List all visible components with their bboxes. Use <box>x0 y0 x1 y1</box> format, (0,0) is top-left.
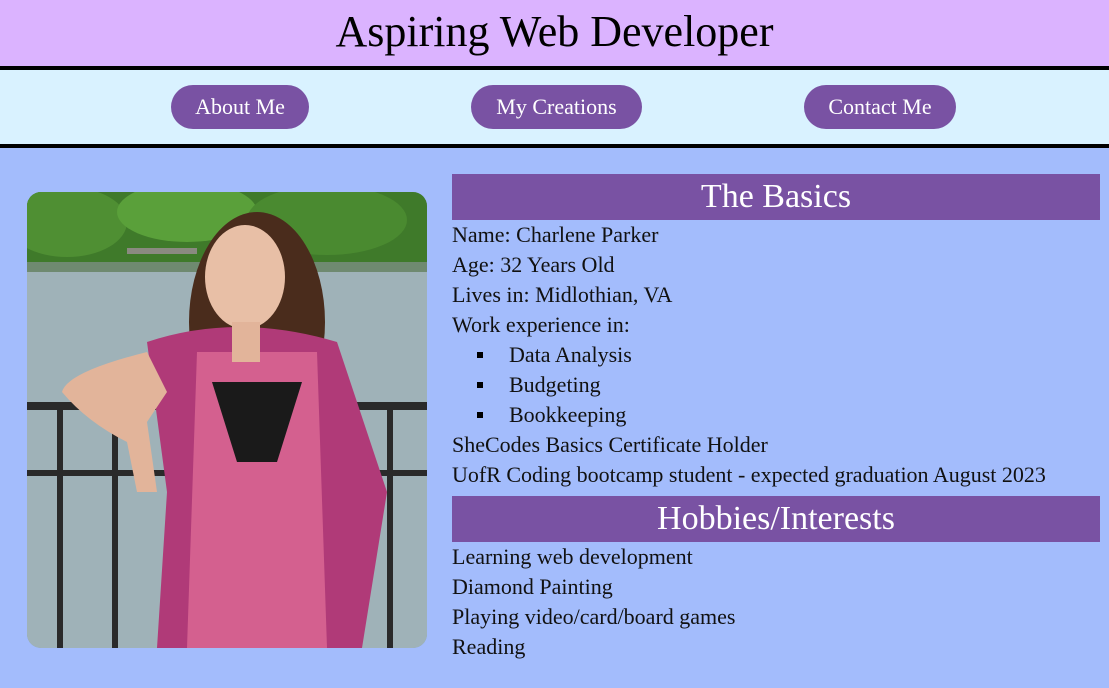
work-item-label: Budgeting <box>509 372 601 397</box>
page-title: Aspiring Web Developer <box>335 7 774 56</box>
bullet-icon <box>477 382 483 388</box>
list-item: Data Analysis <box>452 340 1100 370</box>
nav-contact-button[interactable]: Contact Me <box>804 85 956 129</box>
bootcamp-line: UofR Coding bootcamp student - expected … <box>452 462 1046 487</box>
hobby-item: Diamond Painting <box>452 574 613 599</box>
nav-divider <box>0 144 1109 148</box>
work-item-label: Bookkeeping <box>509 402 627 427</box>
list-item: Budgeting <box>452 370 1100 400</box>
hobby-item: Playing video/card/board games <box>452 604 736 629</box>
location-line: Lives in: Midlothian, VA <box>452 282 673 307</box>
basics-heading: The Basics <box>452 174 1100 220</box>
age-line: Age: 32 Years Old <box>452 252 615 277</box>
info-panel: The Basics Name: Charlene Parker Age: 32… <box>452 174 1100 662</box>
nav-about-button[interactable]: About Me <box>171 85 309 129</box>
name-line: Name: Charlene Parker <box>452 222 659 247</box>
site-header: Aspiring Web Developer <box>0 0 1109 66</box>
profile-photo <box>27 192 427 648</box>
bullet-icon <box>477 412 483 418</box>
work-list: Data Analysis Budgeting Bookkeeping <box>452 340 1100 430</box>
certificate-line: SheCodes Basics Certificate Holder <box>452 432 768 457</box>
bullet-icon <box>477 352 483 358</box>
hobby-item: Reading <box>452 634 526 659</box>
profile-photo-illustration <box>27 192 427 648</box>
hobby-item: Learning web development <box>452 544 693 569</box>
work-heading: Work experience in: <box>452 312 630 337</box>
nav-creations-button[interactable]: My Creations <box>471 85 642 129</box>
list-item: Bookkeeping <box>452 400 1100 430</box>
hobbies-heading: Hobbies/Interests <box>452 496 1100 542</box>
work-item-label: Data Analysis <box>509 342 632 367</box>
nav-bar: About Me My Creations Contact Me <box>0 70 1109 144</box>
